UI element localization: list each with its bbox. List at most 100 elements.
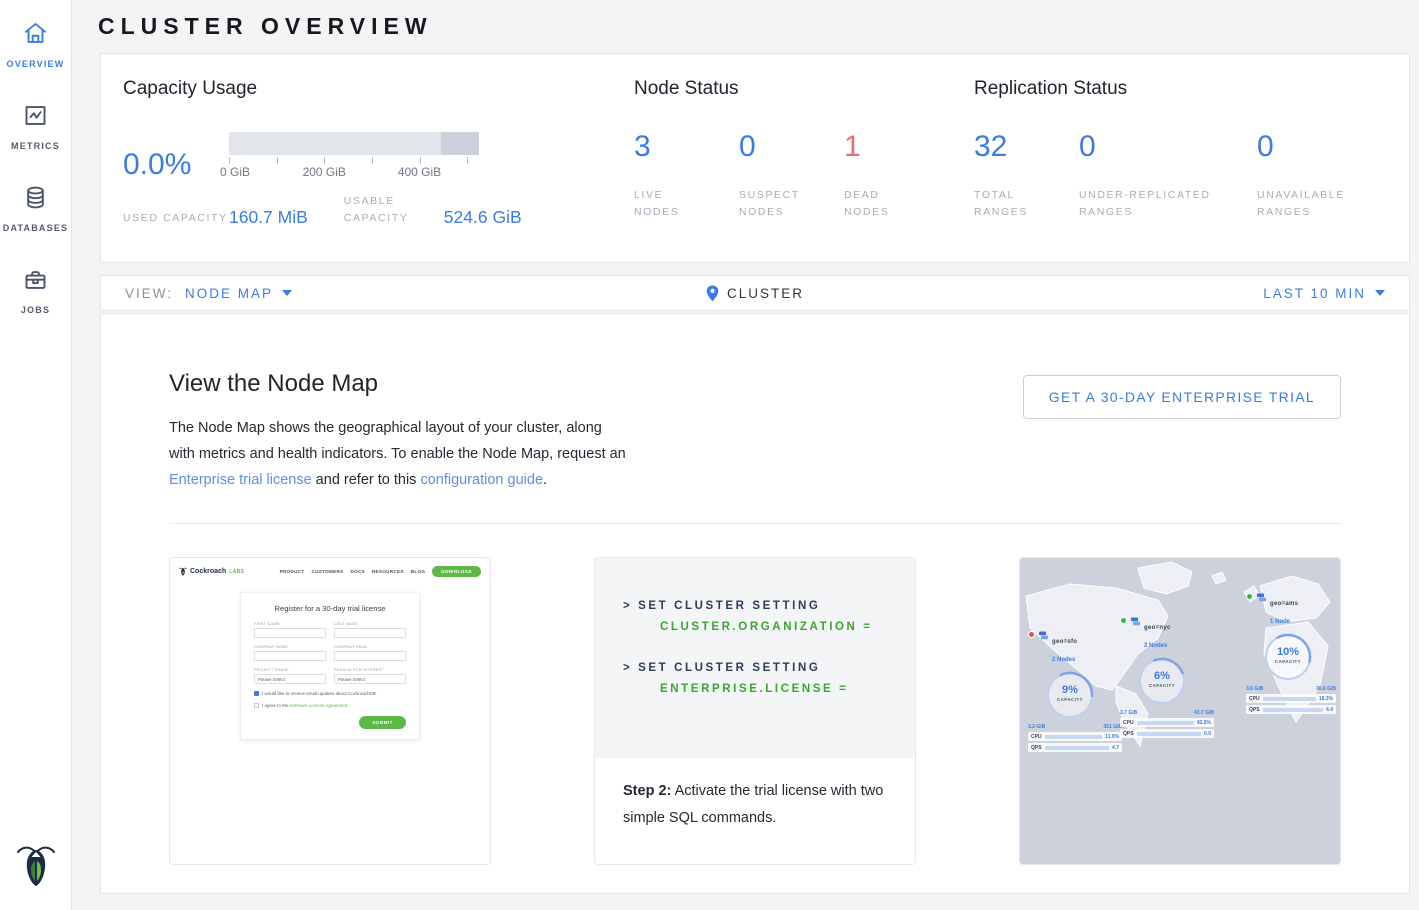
sql-commands-preview: > SET CLUSTER SETTING CLUSTER.ORGANIZATI… [595,558,915,758]
suspect-nodes-stat: 0 SUSPECT NODES [739,132,844,221]
description-text: The Node Map shows the geographical layo… [169,420,626,462]
sidebar-item-databases[interactable]: DATABASES [3,184,68,233]
download-button: DOWNLOAD [432,566,481,577]
capacity-bar: 0 GiB 200 GiB 400 GiB [229,132,479,180]
site-nav: PRODUCT CUSTOMERS DOCS RESOURCES BLOG DO… [280,566,481,577]
replication-status-section: Replication Status 32 TOTAL RANGES 0 UND… [974,78,1387,232]
node-status-dot-live [1246,593,1253,600]
sidebar-item-jobs[interactable]: JOBS [21,266,50,315]
capacity-total: 43.7 GiB [1194,710,1214,716]
cluster-breadcrumb: CLUSTER [706,285,804,302]
capacity-donut: 10% CAPACITY [1262,631,1314,683]
cpu-value: 18.3% [1319,696,1333,702]
sidebar-item-metrics[interactable]: METRICS [11,102,60,151]
sidebar-item-label: METRICS [11,141,60,151]
time-range-dropdown[interactable]: LAST 10 MIN [1263,286,1385,301]
cpu-sparkline [1263,697,1316,701]
license-agreement-link: Software License Agreement. [290,703,349,708]
capacity-percent: 10% [1262,631,1314,658]
map-node-nyc: geo=nyc2 Nodes 6% CAPACITY 3.7 GiB43.7 G… [1120,616,1214,738]
used-capacity-label: USED CAPACITY [123,210,229,227]
dead-nodes-stat: 1 DEAD NODES [844,132,949,221]
node-locality: geo=nyc [1144,625,1171,631]
capacity-used: 3.2 GiB [1028,724,1045,730]
step2-card: > SET CLUSTER SETTING CLUSTER.ORGANIZATI… [594,557,916,865]
project-phase-select: Please Select [254,674,326,684]
node-map-title: View the Node Map [169,370,631,398]
capacity-donut: 9% CAPACITY [1044,669,1096,721]
chevron-down-icon [282,290,292,296]
qps-sparkline [1137,732,1201,736]
qps-value: 4.4 [1326,707,1333,713]
map-node-sfo: geo=sfo2 Nodes 9% CAPACITY 3.2 GiB351 Gi… [1028,630,1122,752]
enterprise-trial-license-link[interactable]: Enterprise trial license [169,472,312,488]
metrics-icon [22,102,49,134]
last-name-label: LAST NAME [334,621,406,626]
brand-text: Cockroach [190,568,226,575]
company-name-input [254,651,326,661]
total-ranges-label: TOTAL RANGES [974,187,1052,221]
cluster-summary-card: Capacity Usage 0.0% 0 GiB 200 GiB [100,53,1410,263]
registration-site-preview: Cockroach LABS PRODUCT CUSTOMERS DOCS RE… [170,558,490,864]
under-replicated-ranges-label: UNDER-REPLICATED RANGES [1079,187,1239,221]
sidebar-item-label: OVERVIEW [7,59,65,69]
sidebar-item-label: JOBS [21,305,50,315]
view-selector-value: NODE MAP [185,286,273,301]
total-ranges-stat: 32 TOTAL RANGES [974,132,1079,221]
description-text: and refer to this [312,472,421,488]
description-text: . [543,472,547,488]
node-count: 2 Nodes [1052,657,1075,663]
nav-blog: BLOG [411,569,425,574]
trial-registration-form: Register for a 30-day trial license FIRS… [240,592,420,740]
live-nodes-label: LIVE NODES [634,187,712,221]
capacity-percent: 6% [1136,655,1188,682]
sidebar-item-label: DATABASES [3,223,68,233]
main-content: CLUSTER OVERVIEW Capacity Usage 0.0% [72,0,1419,910]
step1-caption: Step 1: Get a trial license delivered st… [170,864,490,865]
capacity-used-percent: 0.0% [123,150,229,180]
capacity-usage-section: Capacity Usage 0.0% 0 GiB 200 GiB [123,78,634,232]
project-phase-label: PROJECT PHASE [254,667,326,672]
live-nodes-value: 3 [634,132,739,162]
replication-status-title: Replication Status [974,78,1387,100]
sidebar: OVERVIEW METRICS DATABASES [0,0,72,910]
node-cluster-icon [1038,630,1049,641]
qps-label: QPS [1031,745,1042,751]
capacity-used: 3.7 GiB [1120,710,1137,716]
node-status-dot-dead [1028,631,1035,638]
dead-nodes-label: DEAD NODES [844,187,922,221]
license-agreement-checkbox [254,703,259,708]
cpu-sparkline [1137,721,1194,725]
node-status-section: Node Status 3 LIVE NODES 0 SUSPECT NODES… [634,78,974,232]
node-cluster-icon [1256,592,1267,603]
capacity-donut: 6% CAPACITY [1136,655,1188,707]
qps-value: 0.0 [1204,731,1211,737]
time-range-value: LAST 10 MIN [1263,286,1366,301]
capacity-label: CAPACITY [1262,659,1314,664]
nav-customers: CUSTOMERS [311,569,343,574]
sidebar-item-overview[interactable]: OVERVIEW [7,20,65,69]
company-name-label: COMPANY NAME [254,644,326,649]
unavailable-ranges-stat: 0 UNAVAILABLE RANGES [1257,132,1387,221]
databases-icon [22,184,49,216]
capacity-bar-segment [441,132,479,155]
section-divider [169,523,1341,524]
step2-caption: Step 2: Activate the trial license with … [595,758,915,852]
first-name-input [254,628,326,638]
sql-command-2: > SET CLUSTER SETTING [623,662,915,674]
under-replicated-ranges-value: 0 [1079,132,1257,162]
enterprise-trial-button[interactable]: GET A 30-DAY ENTERPRISE TRIAL [1023,375,1341,419]
cluster-breadcrumb-label: CLUSTER [727,286,804,301]
cpu-sparkline [1045,735,1102,739]
view-selector-dropdown[interactable]: NODE MAP [185,286,292,301]
nav-resources: RESOURCES [372,569,404,574]
qps-sparkline [1045,746,1109,750]
company-email-label: COMPANY EMAIL [334,644,406,649]
capacity-tick-200: 200 GiB [303,165,346,179]
home-icon [22,20,49,52]
cpu-value: 11.0% [1105,734,1119,740]
node-locality: geo=ams [1270,601,1298,607]
used-capacity-value: 160.7 MiB [229,207,308,227]
location-pin-icon [706,285,719,302]
configuration-guide-link[interactable]: configuration guide [420,472,543,488]
